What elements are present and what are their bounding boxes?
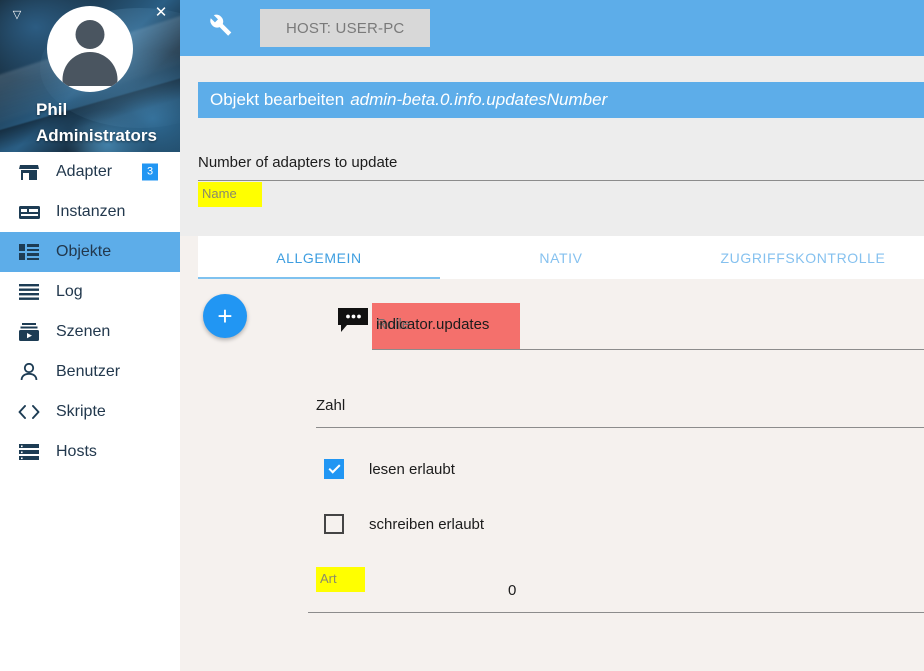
caret-down-icon[interactable]: ▽ [10,8,24,22]
read-allowed-label: lesen erlaubt [369,460,455,478]
chat-bubble-icon[interactable] [337,307,369,333]
sidebar-item-label: Skripte [56,403,106,420]
write-allowed-row[interactable]: schreiben erlaubt [324,514,484,534]
tab-nativ[interactable]: NATIV [440,236,682,279]
sidebar-item-label: Benutzer [56,363,121,380]
avatar [47,6,133,92]
role-input-underline [372,349,924,350]
person-icon [18,363,40,381]
avatar-head [75,20,105,49]
main-area: HOST: USER-PC Objekt bearbeiten admin-be… [180,0,924,671]
sidebar-item-skripte[interactable]: Skripte [0,392,180,432]
sidebar-item-label: Adapter [56,163,113,180]
sidebar-item-log[interactable]: Log [0,272,180,312]
role-field-value: indicator.updates [376,316,490,333]
sidebar-item-objekte[interactable]: Objekte [0,232,180,272]
sidebar-item-adapter[interactable]: Adapter 3 [0,152,180,192]
sidebar-item-hosts[interactable]: Hosts [0,432,180,472]
user-role: Administrators [36,126,157,145]
name-input-value[interactable]: Number of adapters to update [198,154,397,171]
app-root: ▽ ✕ Phil Administrators Adapter 3 Instan… [0,0,924,671]
read-allowed-row[interactable]: lesen erlaubt [324,459,455,479]
code-icon [18,403,40,421]
page-title: Objekt bearbeiten admin-beta.0.info.upda… [198,82,924,118]
dialog-title-object: admin-beta.0.info.updatesNumber [350,90,608,109]
sidebar-item-label: Hosts [56,443,97,460]
dialog-title-prefix: Objekt bearbeiten [210,90,345,109]
sidebar-item-label: Szenen [56,323,111,340]
instances-icon [18,203,40,221]
play-icon [18,323,40,341]
role-field[interactable]: Rolle indicator.updates [376,316,536,338]
lines-icon [18,283,40,301]
type-field-value[interactable]: Zahl [316,397,345,414]
sidebar-nav: Adapter 3 Instanzen Objekte Log Szenen B… [0,152,180,472]
sidebar-item-label: Objekte [56,243,112,260]
sidebar-item-szenen[interactable]: Szenen [0,312,180,352]
sidebar-item-label: Log [56,283,83,300]
wrench-icon[interactable] [194,4,242,52]
name-field-label: Name [198,182,262,207]
type-input-underline [316,427,924,428]
list-icon [18,243,40,261]
sidebar-item-label: Instanzen [56,203,126,220]
sidebar: ▽ ✕ Phil Administrators Adapter 3 Instan… [0,0,180,671]
sidebar-item-benutzer[interactable]: Benutzer [0,352,180,392]
default-value-input[interactable]: 0 [508,582,516,599]
adapter-badge: 3 [142,163,158,181]
tab-zugriffskontrolle[interactable]: ZUGRIFFSKONTROLLE [682,236,924,279]
top-toolbar: HOST: USER-PC [180,0,924,56]
avatar-body [62,52,118,86]
checkbox-checked-icon[interactable] [324,459,344,479]
type-field-label: Art [316,567,365,592]
write-allowed-label: schreiben erlaubt [369,515,485,533]
sidebar-user-header: ▽ ✕ Phil Administrators [0,0,180,152]
host-button[interactable]: HOST: USER-PC [260,9,431,47]
sidebar-item-instanzen[interactable]: Instanzen [0,192,180,232]
close-icon[interactable]: ✕ [152,4,170,22]
user-name: Phil [36,100,68,119]
tab-bar: ALLGEMEIN NATIV ZUGRIFFSKONTROLLE [198,236,924,279]
name-input-underline [198,180,924,181]
tab-allgemein[interactable]: ALLGEMEIN [198,236,440,279]
checkbox-unchecked-icon[interactable] [324,514,344,534]
store-icon [18,163,40,181]
dialog-header-zone: Objekt bearbeiten admin-beta.0.info.upda… [180,56,924,236]
server-icon [18,443,40,461]
default-input-underline [308,612,924,613]
add-button[interactable]: + [203,294,247,338]
tab-panel-allgemein: + Rolle indicator.updates Zahl Art lesen… [180,279,924,671]
